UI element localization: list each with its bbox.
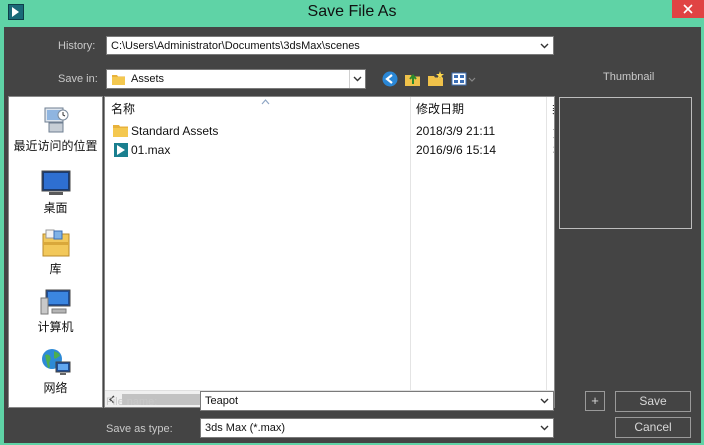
file-type-cell: 文	[553, 124, 554, 141]
chevron-down-icon	[540, 398, 549, 404]
column-header-label: 修改日期	[416, 102, 465, 116]
chevron-down-icon	[353, 76, 362, 82]
back-button[interactable]	[381, 70, 399, 88]
libraries-icon	[42, 229, 69, 257]
view-menu-icon	[451, 72, 476, 86]
file-name-dropdown-arrow[interactable]	[537, 392, 553, 410]
file-name-value: Teapot	[205, 395, 239, 407]
place-network[interactable]: 网络	[9, 347, 102, 396]
place-label: 桌面	[43, 201, 68, 215]
dialog-body: History: C:\Users\Administrator\Document…	[4, 27, 701, 443]
close-button[interactable]	[672, 0, 704, 18]
back-icon	[382, 71, 398, 87]
save-as-type-dropdown[interactable]: 3ds Max (*.max)	[200, 418, 554, 438]
history-label: History:	[58, 40, 96, 52]
file-date-cell: 2018/3/9 21:11	[416, 124, 496, 138]
file-name-input[interactable]: Teapot	[200, 391, 554, 411]
plus-button[interactable]: +	[585, 391, 605, 411]
column-header-name[interactable]: 名称	[111, 99, 406, 117]
file-date-cell: 2016/9/6 15:14	[416, 143, 497, 157]
place-desktop[interactable]: 桌面	[9, 169, 102, 216]
folder-icon	[113, 125, 128, 137]
file-list: 名称 修改日期 类 Standard Assets 2018/3/9 21:11…	[104, 96, 555, 408]
save-button[interactable]: Save	[615, 391, 691, 412]
column-header-date[interactable]: 修改日期	[416, 100, 544, 117]
recent-places-icon	[44, 107, 68, 133]
save-in-dropdown-arrow[interactable]	[349, 70, 365, 88]
chevron-down-icon	[540, 43, 549, 48]
view-menu-button[interactable]	[451, 70, 477, 88]
place-label: 网络	[43, 381, 68, 395]
new-folder-button[interactable]	[427, 70, 445, 88]
history-value: C:\Users\Administrator\Documents\3dsMax\…	[111, 40, 360, 52]
close-icon	[683, 4, 693, 14]
column-header-type[interactable]: 类	[552, 100, 554, 117]
save-as-type-label: Save as type:	[106, 423, 173, 435]
column-header-label: 类	[552, 102, 554, 116]
max-file-icon	[114, 143, 128, 157]
place-computer[interactable]: 计算机	[9, 288, 102, 335]
up-folder-icon	[405, 73, 420, 86]
place-label: 计算机	[37, 320, 74, 334]
file-name-cell: Standard Assets	[131, 124, 219, 138]
list-item[interactable]: Standard Assets 2018/3/9 21:11 文	[109, 122, 554, 141]
chevron-down-icon	[540, 425, 549, 431]
save-in-value: Assets	[131, 73, 165, 85]
place-label: 库	[49, 262, 62, 276]
history-dropdown[interactable]: C:\Users\Administrator\Documents\3dsMax\…	[106, 36, 554, 55]
place-recent[interactable]: 最近访问的位置	[9, 105, 102, 154]
file-name-label: File name:	[106, 396, 158, 408]
folder-icon	[112, 75, 125, 85]
save-in-label: Save in:	[58, 73, 98, 85]
up-folder-button[interactable]	[404, 70, 422, 88]
place-libraries[interactable]: 库	[9, 228, 102, 277]
save-in-dropdown[interactable]: Assets	[106, 69, 366, 89]
network-icon	[41, 349, 70, 375]
history-dropdown-arrow[interactable]	[537, 37, 553, 54]
column-header-label: 名称	[111, 102, 136, 116]
new-folder-icon	[428, 71, 444, 86]
file-type-cell: 3	[553, 143, 554, 157]
thumbnail-label: Thumbnail	[603, 71, 655, 83]
thumbnail-preview	[559, 97, 692, 229]
save-as-type-value: 3ds Max (*.max)	[205, 422, 286, 434]
list-item[interactable]: 01.max 2016/9/6 15:14 3	[109, 141, 554, 160]
sort-ascending-icon	[261, 99, 270, 105]
file-name-cell: 01.max	[131, 143, 171, 157]
place-label: 最近访问的位置	[13, 139, 98, 153]
title-bar: Save File As	[0, 0, 704, 27]
computer-icon	[40, 289, 70, 315]
window-title: Save File As	[307, 3, 397, 20]
places-bar: 最近访问的位置 桌面 库 计算机 网络	[8, 96, 103, 408]
desktop-icon	[41, 170, 70, 195]
save-as-type-dropdown-arrow[interactable]	[537, 419, 553, 437]
cancel-button[interactable]: Cancel	[615, 417, 691, 438]
